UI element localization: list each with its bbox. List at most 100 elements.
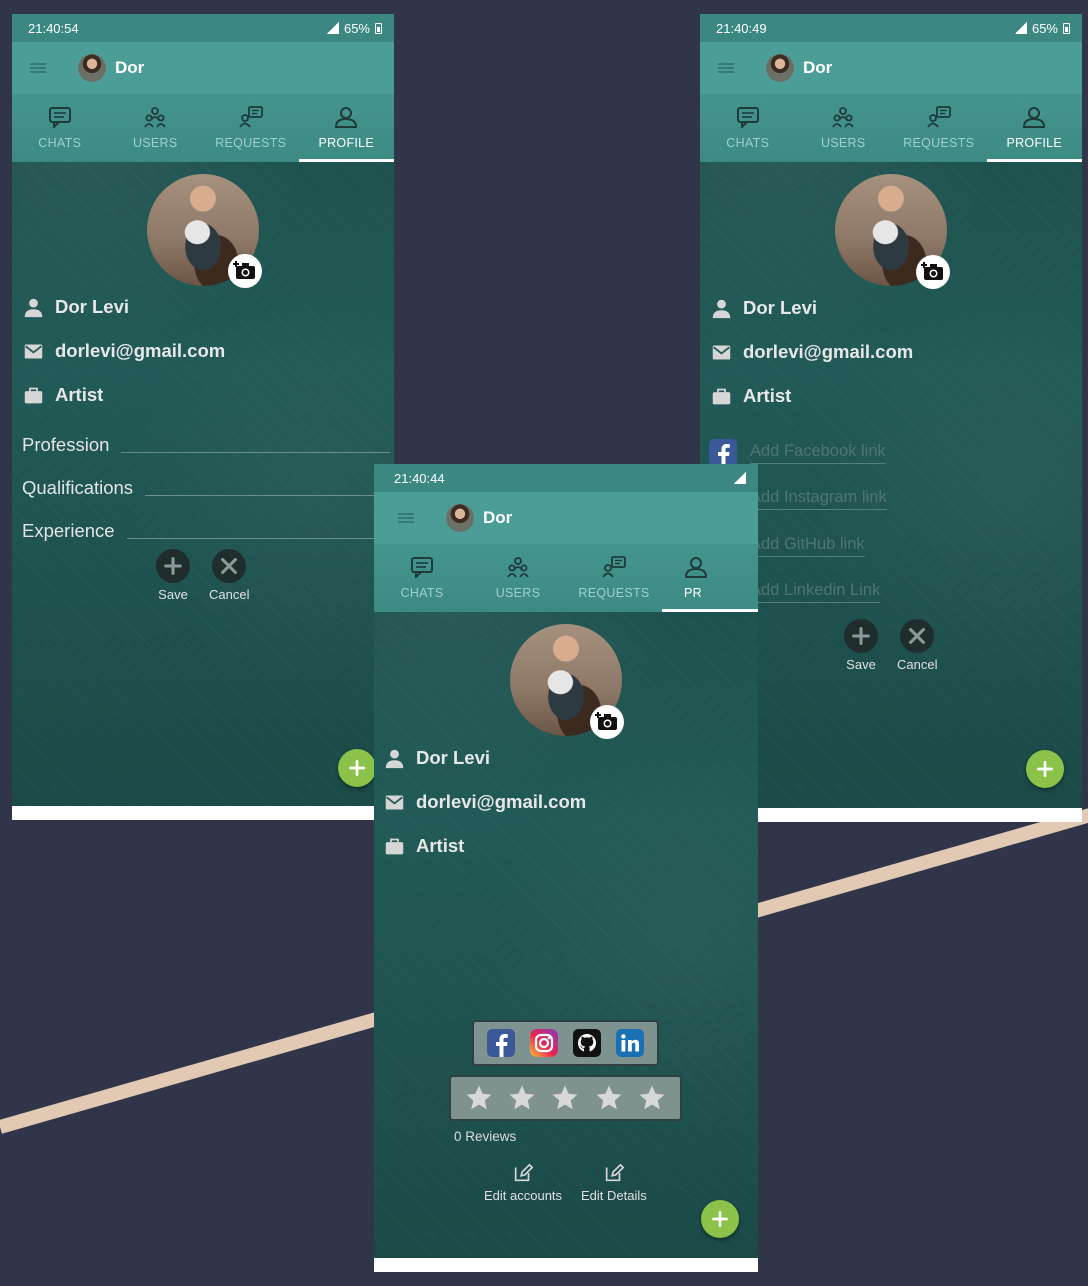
tab-chats[interactable]: CHATS [700, 94, 796, 162]
signal-icon [734, 472, 746, 484]
tab-bar: CHATS USERS REQUESTS PROFILE [12, 94, 394, 162]
person-icon [23, 297, 44, 318]
requests-icon [927, 106, 951, 128]
menu-icon[interactable] [398, 513, 414, 523]
tab-bar: CHATS USERS REQUESTS PR [374, 544, 758, 612]
add-fab-button[interactable] [1026, 750, 1064, 788]
requests-icon [602, 556, 626, 578]
profile-email: dorlevi@gmail.com [743, 341, 914, 362]
profile-role: Artist [743, 385, 792, 406]
avatar[interactable] [766, 54, 794, 82]
qualifications-label: Qualifications [22, 477, 134, 498]
edit-icon [512, 1162, 534, 1184]
signal-icon [1014, 22, 1027, 34]
tab-requests[interactable]: REQUESTS [566, 544, 662, 612]
role-row: Artist [23, 384, 103, 406]
edit-accounts-button[interactable]: Edit accounts [484, 1162, 562, 1203]
profile-email: dorlevi@gmail.com [55, 340, 226, 361]
app-bar-title: Dor [115, 58, 145, 77]
change-photo-button[interactable] [228, 254, 262, 288]
name-row: Dor Levi [711, 297, 817, 319]
profile-role: Artist [55, 384, 104, 405]
person-icon [711, 298, 732, 319]
star-icon[interactable] [637, 1083, 667, 1113]
add-fab-button[interactable] [338, 749, 376, 787]
name-row: Dor Levi [23, 296, 129, 318]
app-bar-title: Dor [483, 508, 513, 527]
users-icon [831, 106, 855, 128]
decorative-stripe [750, 806, 1088, 919]
change-photo-button[interactable] [916, 255, 950, 289]
cancel-button[interactable]: Cancel [897, 619, 937, 672]
briefcase-icon [23, 385, 44, 406]
save-button[interactable]: Save [844, 619, 878, 672]
qualifications-field[interactable]: Qualifications [22, 477, 390, 499]
tab-users[interactable]: USERS [470, 544, 566, 612]
battery-percent: 65% [1031, 20, 1058, 36]
users-icon [143, 106, 167, 128]
profile-view-screen: 21:40:44 Dor CHATS USERS REQUESTS PR Dor… [374, 464, 758, 1272]
mail-icon [23, 341, 44, 362]
experience-label: Experience [22, 520, 115, 541]
app-bar: Dor [700, 42, 1082, 94]
tab-profile[interactable]: PR [662, 544, 758, 612]
requests-icon [239, 106, 263, 128]
star-icon[interactable] [594, 1083, 624, 1113]
menu-icon[interactable] [30, 63, 46, 73]
status-bar: 21:40:54 65% [12, 14, 394, 42]
change-photo-button[interactable] [590, 705, 624, 739]
close-icon [218, 555, 240, 577]
chat-icon [48, 106, 72, 128]
profile-icon [334, 106, 358, 128]
avatar[interactable] [78, 54, 106, 82]
facebook-icon[interactable] [487, 1029, 515, 1057]
signal-icon [326, 22, 339, 34]
profession-field[interactable]: Profession [22, 434, 390, 456]
tab-profile[interactable]: PROFILE [298, 94, 395, 162]
email-row: dorlevi@gmail.com [711, 341, 913, 363]
mail-icon [384, 792, 405, 813]
app-bar: Dor [12, 42, 394, 94]
profile-name: Dor Levi [55, 296, 130, 317]
profile-icon [1022, 106, 1046, 128]
tab-bar: CHATS USERS REQUESTS PROFILE [700, 94, 1082, 162]
menu-icon[interactable] [718, 63, 734, 73]
battery-icon [1063, 22, 1070, 34]
profile-edit-details-screen: 21:40:54 65% Dor CHATS USERS REQUESTS PR… [12, 14, 394, 820]
briefcase-icon [384, 836, 405, 857]
plus-icon [347, 758, 367, 778]
camera-icon [595, 710, 619, 734]
tab-chats[interactable]: CHATS [374, 544, 470, 612]
avatar[interactable] [446, 504, 474, 532]
email-row: dorlevi@gmail.com [23, 340, 225, 362]
close-icon [906, 625, 928, 647]
star-icon[interactable] [507, 1083, 537, 1113]
reviews-count: 0 Reviews [454, 1129, 517, 1144]
rating-bar[interactable] [449, 1075, 682, 1121]
edit-details-button[interactable]: Edit Details [581, 1162, 647, 1203]
add-fab-button[interactable] [701, 1200, 739, 1238]
star-icon[interactable] [464, 1083, 494, 1113]
tab-requests[interactable]: REQUESTS [203, 94, 299, 162]
instagram-icon[interactable] [530, 1029, 558, 1057]
profession-label: Profession [22, 434, 110, 455]
tab-users[interactable]: USERS [108, 94, 204, 162]
social-links-bar [472, 1020, 659, 1066]
status-time: 21:40:44 [394, 470, 445, 486]
decorative-stripe [0, 1004, 406, 1134]
star-icon[interactable] [550, 1083, 580, 1113]
tab-users[interactable]: USERS [796, 94, 892, 162]
tab-requests[interactable]: REQUESTS [891, 94, 987, 162]
facebook-icon [709, 439, 737, 467]
facebook-link-field[interactable]: Add Facebook link [709, 439, 886, 467]
tab-profile[interactable]: PROFILE [986, 94, 1083, 162]
role-row: Artist [711, 385, 791, 407]
save-button[interactable]: Save [156, 549, 190, 602]
tab-chats[interactable]: CHATS [12, 94, 108, 162]
cancel-button[interactable]: Cancel [209, 549, 249, 602]
github-icon[interactable] [573, 1029, 601, 1057]
profile-role: Artist [416, 835, 465, 856]
linkedin-icon[interactable] [616, 1029, 644, 1057]
profile-name: Dor Levi [416, 747, 491, 768]
experience-field[interactable]: Experience [22, 520, 390, 542]
